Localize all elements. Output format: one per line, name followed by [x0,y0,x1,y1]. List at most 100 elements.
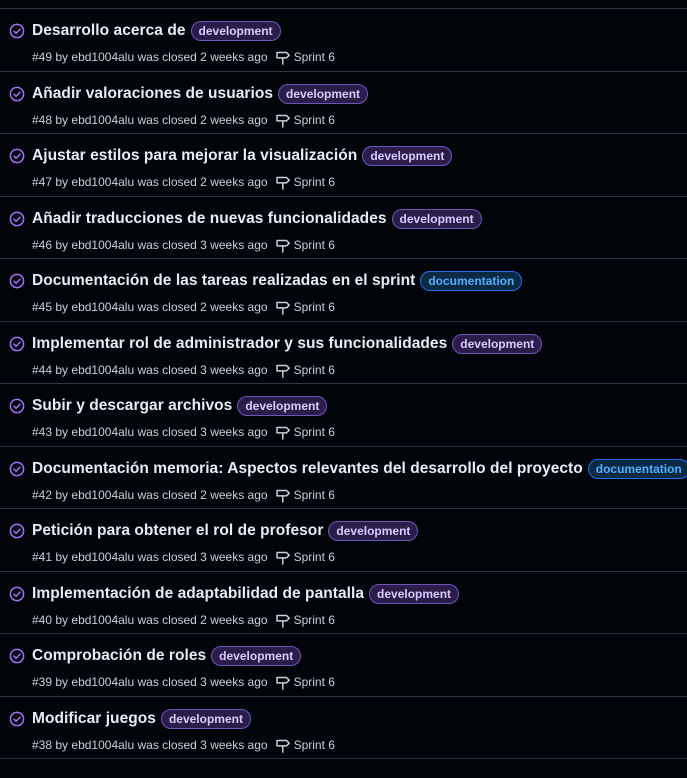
issue-number: #43 [32,425,53,439]
label-development[interactable]: development [369,583,460,604]
milestone-link[interactable]: Sprint 6 [294,613,335,627]
issue-number: #41 [32,550,53,564]
issue-meta: #46 by ebd1004alu was closed 3 weeks ago… [32,237,335,253]
issue-title-line: Añadir valoraciones de usuarios developm… [32,83,369,104]
milestone-link[interactable]: Sprint 6 [294,238,335,252]
issue-title-link[interactable]: Modificar juegos [32,710,156,728]
label-development[interactable]: development [160,708,251,729]
milestone-icon [275,301,290,315]
milestone-link[interactable]: Sprint 6 [294,175,335,189]
issue-meta: #39 by ebd1004alu was closed 3 weeks ago… [32,674,335,690]
issue-author-link[interactable]: ebd1004alu [71,613,134,627]
issue-author-link[interactable]: ebd1004alu [71,300,134,314]
issue-title-link[interactable]: Documentación memoria: Aspectos relevant… [32,460,583,478]
issue-closed-time: was closed 3 weeks ago [137,737,268,752]
issue-row[interactable]: Añadir traducciones de nuevas funcionali… [0,197,687,259]
issue-closed-time: was closed 2 weeks ago [137,300,268,314]
issue-author-link[interactable]: ebd1004alu [71,363,134,377]
issue-author-link[interactable]: ebd1004alu [71,488,134,502]
issue-row[interactable]: Modificar juegos development #38 by ebd1… [0,697,687,759]
label-development[interactable]: development [328,521,419,541]
label-development[interactable]: development [452,333,543,354]
issue-by: by [55,737,69,752]
issue-title-link[interactable]: Subir y descargar archivos [32,397,232,415]
issue-title-link[interactable]: Añadir traducciones de nuevas funcionali… [32,210,387,228]
issue-number: #49 [32,50,53,64]
milestone-link[interactable]: Sprint 6 [294,738,335,752]
issue-closed-check-icon [9,398,25,414]
label-development[interactable]: development [391,208,482,229]
issue-by: by [55,550,69,564]
issue-title-line: Documentación de las tareas realizadas e… [32,271,523,291]
issue-row[interactable]: Implementación de adaptabilidad de panta… [0,572,687,634]
issue-author-link[interactable]: ebd1004alu [71,175,134,189]
issue-row[interactable]: Petición para obtener el rol de profesor… [0,509,687,572]
issue-closed-check-icon [9,211,25,226]
issue-number: #45 [32,300,53,314]
issue-closed-time: was closed 3 weeks ago [137,425,268,439]
milestone-icon [275,364,290,378]
issue-closed-time: was closed 3 weeks ago [137,550,268,564]
issue-title-link[interactable]: Documentación de las tareas realizadas e… [32,272,415,290]
milestone-icon [275,51,290,65]
issue-closed-time: was closed 3 weeks ago [137,237,268,252]
issue-closed-check-icon [9,461,25,476]
label-development[interactable]: development [237,396,328,416]
issue-row[interactable]: Implementar rol de administrador y sus f… [0,322,687,384]
issue-by: by [55,362,69,377]
issue-closed-check-icon [9,586,25,601]
issue-meta: #49 by ebd1004alu was closed 2 weeks ago… [32,49,335,65]
issue-author-link[interactable]: ebd1004alu [71,675,134,689]
issue-meta: #41 by ebd1004alu was closed 3 weeks ago… [32,549,335,565]
issue-title-link[interactable]: Desarrollo acerca de [32,22,186,40]
issue-author-link[interactable]: ebd1004alu [71,550,134,564]
issue-row[interactable]: Subir y descargar archivos development #… [0,384,687,447]
issue-meta: #44 by ebd1004alu was closed 3 weeks ago… [32,362,335,378]
milestone-icon [275,551,290,565]
issue-author-link[interactable]: ebd1004alu [71,113,134,127]
issue-closed-time: was closed 2 weeks ago [137,112,268,127]
issue-row[interactable]: Ajustar estilos para mejorar la visualiz… [0,134,687,197]
milestone-link[interactable]: Sprint 6 [294,425,335,439]
milestone-link[interactable]: Sprint 6 [294,50,335,64]
issue-row[interactable]: Comprobación de roles development #39 by… [0,634,687,697]
issue-title-link[interactable]: Petición para obtener el rol de profesor [32,522,323,540]
issue-number: #40 [32,612,53,627]
milestone-link[interactable]: Sprint 6 [294,488,335,502]
issue-title-link[interactable]: Añadir valoraciones de usuarios [32,85,273,103]
issue-title-link[interactable]: Implementar rol de administrador y sus f… [32,335,447,353]
issue-closed-time: was closed 2 weeks ago [137,612,268,627]
issue-author-link[interactable]: ebd1004alu [71,238,134,252]
issue-row[interactable]: Documentación memoria: Aspectos relevant… [0,447,687,509]
milestone-link[interactable]: Sprint 6 [294,113,335,127]
issue-row[interactable]: Documentación de las tareas realizadas e… [0,259,687,322]
issue-author-link[interactable]: ebd1004alu [71,738,134,752]
issue-meta: #38 by ebd1004alu was closed 3 weeks ago… [32,737,335,753]
issue-title-link[interactable]: Implementación de adaptabilidad de panta… [32,585,364,603]
issue-title-line: Modificar juegos development [32,708,251,729]
issue-meta: #42 by ebd1004alu was closed 2 weeks ago… [32,487,335,503]
issue-title-link[interactable]: Ajustar estilos para mejorar la visualiz… [32,147,357,165]
label-development[interactable]: development [190,21,281,41]
label-development[interactable]: development [278,83,369,104]
milestone-link[interactable]: Sprint 6 [294,300,335,314]
label-documentation[interactable]: documentation [587,458,687,479]
issue-title-line: Desarrollo acerca de development [32,21,281,41]
issue-author-link[interactable]: ebd1004alu [71,50,134,64]
milestone-link[interactable]: Sprint 6 [294,363,335,377]
issue-title-line: Documentación memoria: Aspectos relevant… [32,458,687,479]
issue-title-line: Implementar rol de administrador y sus f… [32,333,543,354]
issue-title-link[interactable]: Comprobación de roles [32,647,206,665]
issue-author-link[interactable]: ebd1004alu [71,425,134,439]
milestone-link[interactable]: Sprint 6 [294,675,335,689]
issue-title-line: Subir y descargar archivos development [32,396,328,416]
issue-closed-time: was closed 2 weeks ago [137,487,268,502]
milestone-link[interactable]: Sprint 6 [294,550,335,564]
label-development[interactable]: development [362,146,453,166]
issue-row[interactable]: Desarrollo acerca de development #49 by … [0,9,687,72]
issue-closed-time: was closed 2 weeks ago [137,175,268,189]
issue-title-line: Ajustar estilos para mejorar la visualiz… [32,146,453,166]
label-documentation[interactable]: documentation [420,271,523,291]
label-development[interactable]: development [211,646,302,666]
issue-row[interactable]: Añadir valoraciones de usuarios developm… [0,72,687,134]
